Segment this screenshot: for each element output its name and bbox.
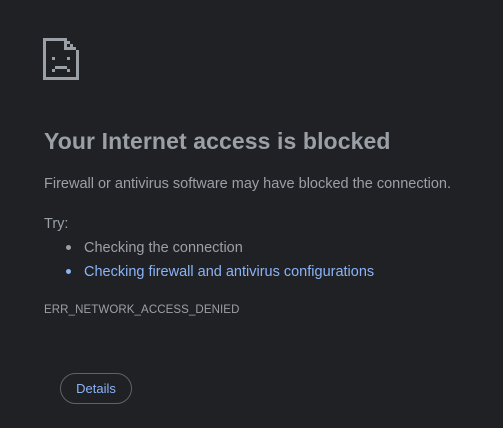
bullet-icon (66, 245, 71, 250)
suggestion-check-connection: Checking the connection (84, 240, 243, 256)
try-label: Try: (44, 216, 69, 232)
page-title: Your Internet access is blocked (44, 128, 391, 154)
list-item[interactable]: Checking firewall and antivirus configur… (44, 263, 374, 287)
list-item: Checking the connection (44, 239, 374, 263)
error-description: Firewall or antivirus software may have … (44, 176, 451, 192)
suggestions-list: Checking the connection Checking firewal… (44, 239, 374, 287)
firewall-antivirus-link[interactable]: Checking firewall and antivirus configur… (84, 264, 374, 280)
details-button[interactable]: Details (60, 373, 132, 404)
error-code: ERR_NETWORK_ACCESS_DENIED (44, 304, 240, 316)
bullet-icon (66, 269, 71, 274)
sad-page-icon (43, 38, 79, 80)
